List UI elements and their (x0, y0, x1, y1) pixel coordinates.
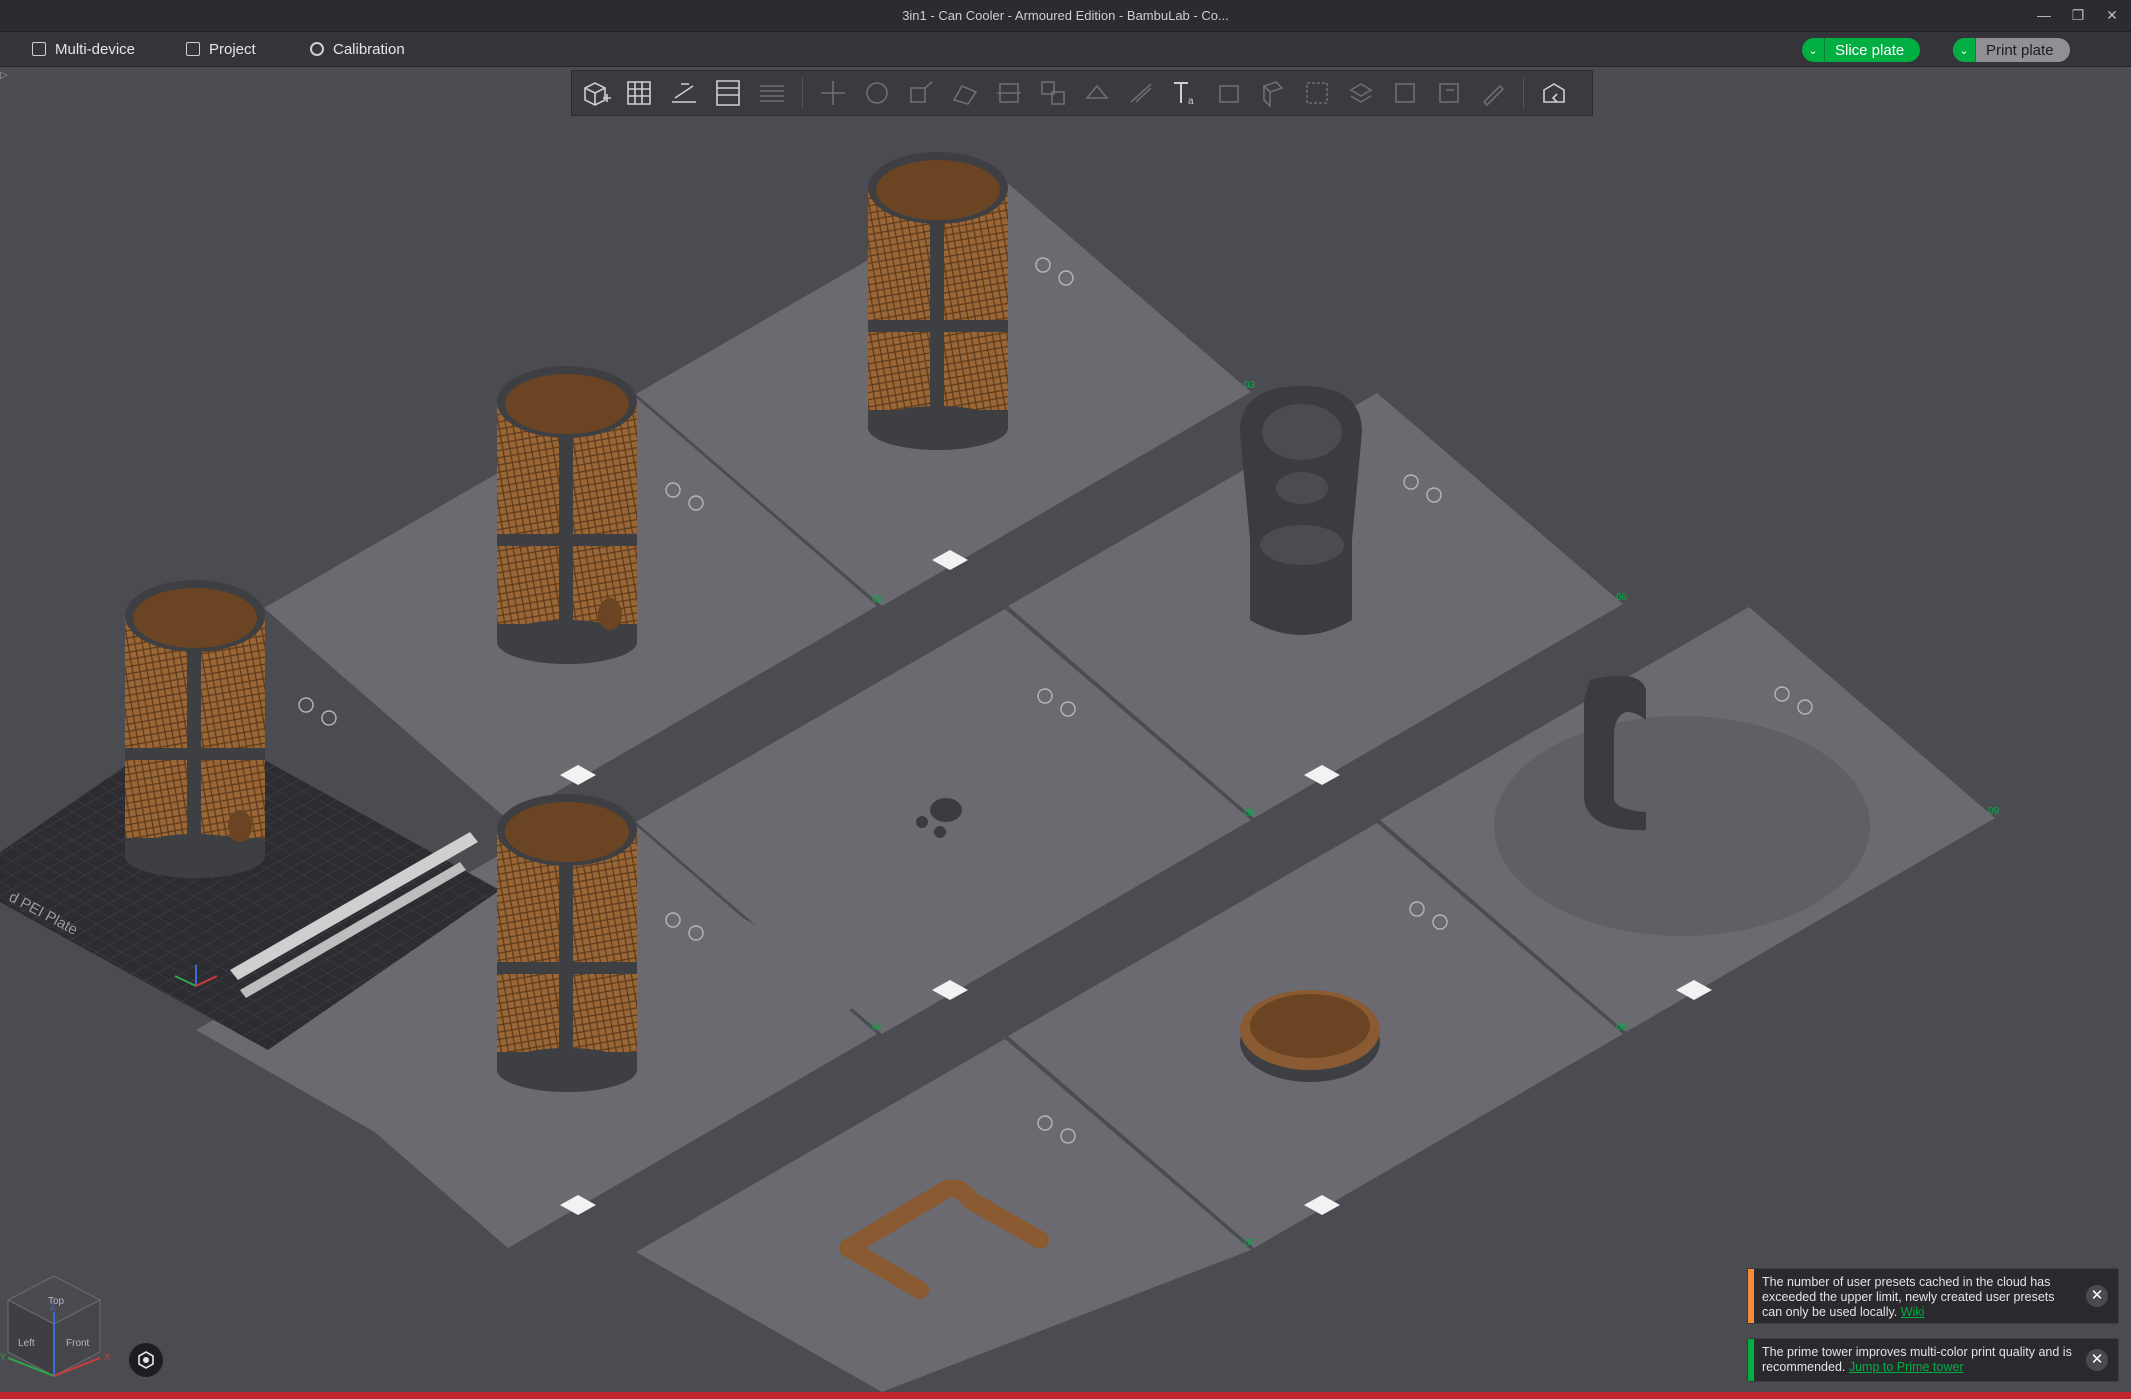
plate-number-08: 08 (1616, 1022, 1628, 1033)
dark-sleeve-plate-06[interactable] (1240, 386, 1362, 635)
notice-presets-limit: The number of user presets cached in the… (1747, 1268, 2119, 1324)
menu-calibration[interactable]: Calibration (310, 36, 405, 62)
project-icon (186, 42, 200, 56)
can-cooler-active-plate[interactable] (125, 580, 265, 878)
plate-number-03: 03 (1244, 380, 1256, 391)
plate-number-02: 02 (872, 594, 884, 605)
plate-number-04: 04 (872, 1022, 884, 1033)
menu-project[interactable]: Project (186, 36, 256, 62)
menu-multi-device[interactable]: Multi-device (32, 36, 135, 62)
mesh-boolean-icon[interactable] (1079, 75, 1115, 111)
restore-icon[interactable]: ❐ (2062, 4, 2094, 26)
menu-bar: Multi-device Project Calibration ⌄ Slice… (0, 32, 2131, 87)
view-reset-icon[interactable] (129, 1343, 163, 1377)
main-toolbar: a (571, 70, 1593, 116)
viewcube-front[interactable]: Front (66, 1338, 90, 1349)
move-icon[interactable] (815, 75, 851, 111)
emboss-icon[interactable] (1211, 75, 1247, 111)
notice-prime-tower: The prime tower improves multi-color pri… (1747, 1338, 2119, 1382)
drill-icon[interactable] (1343, 75, 1379, 111)
edit-icon[interactable] (1475, 75, 1511, 111)
variable-layer-icon[interactable] (1431, 75, 1467, 111)
split-objects-icon[interactable] (1035, 75, 1071, 111)
slice-plate-button[interactable]: ⌄ Slice plate (1802, 38, 1921, 62)
x-axis-label: X (104, 1352, 110, 1362)
reduce-icon[interactable] (1387, 75, 1423, 111)
print-plate-label: Print plate (1986, 41, 2054, 59)
window-title: 3in1 - Can Cooler - Armoured Edition - B… (902, 8, 1229, 23)
y-axis-label: Y (0, 1352, 6, 1362)
lid-plate-08[interactable] (1240, 990, 1380, 1082)
menu-calibration-label: Calibration (333, 40, 405, 58)
text-tool-icon[interactable]: a (1167, 75, 1203, 111)
menu-multi-device-label: Multi-device (55, 40, 136, 58)
print-dropdown-chevron-icon[interactable]: ⌄ (1953, 38, 1976, 62)
viewcube-left[interactable]: Left (18, 1338, 35, 1349)
slice-plate-label: Slice plate (1835, 41, 1905, 59)
minimize-icon[interactable]: — (2028, 4, 2060, 26)
split-plate-icon[interactable] (710, 75, 746, 111)
notice-info-bar (1748, 1339, 1754, 1381)
menu-project-label: Project (209, 40, 256, 58)
plate-number-05: 05 (1244, 808, 1256, 819)
rotate-icon[interactable] (859, 75, 895, 111)
print-plate-button[interactable]: ⌄ Print plate (1953, 38, 2070, 62)
title-bar: 3in1 - Can Cooler - Armoured Edition - B… (0, 0, 2131, 32)
support-paint-icon[interactable] (1123, 75, 1159, 111)
multi-device-icon (32, 42, 46, 56)
sidebar-expand-chevron-icon[interactable]: ▷ (0, 70, 12, 84)
assembly-icon[interactable] (1299, 75, 1335, 111)
plate-number-06: 06 (1616, 592, 1628, 603)
measure-icon[interactable] (1255, 75, 1291, 111)
arrange-grid-icon[interactable] (622, 75, 658, 111)
notice-prime-tower-link[interactable]: Jump to Prime tower (1849, 1360, 1964, 1374)
assembly-view-icon[interactable] (1536, 75, 1572, 111)
add-object-icon[interactable] (578, 75, 614, 111)
slice-dropdown-chevron-icon[interactable]: ⌄ (1802, 38, 1825, 62)
status-strip (0, 1392, 2131, 1399)
plate-number-09: 09 (1988, 806, 2000, 817)
auto-orient-icon[interactable] (666, 75, 702, 111)
close-icon[interactable]: ✕ (2086, 1349, 2108, 1371)
view-cube[interactable]: Top Left Front X Y Z (0, 1272, 120, 1384)
notice-wiki-link[interactable]: Wiki (1901, 1305, 1925, 1319)
close-icon[interactable]: ✕ (2096, 4, 2128, 26)
lay-on-face-icon[interactable] (947, 75, 983, 111)
close-icon[interactable]: ✕ (2086, 1285, 2108, 1307)
can-cooler-plate-02[interactable] (497, 366, 637, 664)
cut-icon[interactable] (991, 75, 1027, 111)
z-axis-label: Z (50, 1302, 56, 1312)
can-cooler-plate-04[interactable] (497, 794, 637, 1092)
svg-text:a: a (1188, 96, 1194, 107)
plate-number-07: 07 (1244, 1238, 1256, 1249)
layers-icon[interactable] (754, 75, 790, 111)
toolbar-separator (1523, 78, 1524, 108)
scale-icon[interactable] (903, 75, 939, 111)
toolbar-separator (802, 78, 803, 108)
calibration-gear-icon (310, 42, 324, 56)
can-cooler-plate-03[interactable] (868, 152, 1008, 450)
3d-viewport[interactable]: d PEI Plate 02 03 04 05 06 07 08 09 Top … (0, 67, 2131, 1392)
scene-canvas[interactable]: d PEI Plate 02 03 04 05 06 07 08 09 (0, 67, 2131, 1392)
notice-warning-bar (1748, 1269, 1754, 1323)
